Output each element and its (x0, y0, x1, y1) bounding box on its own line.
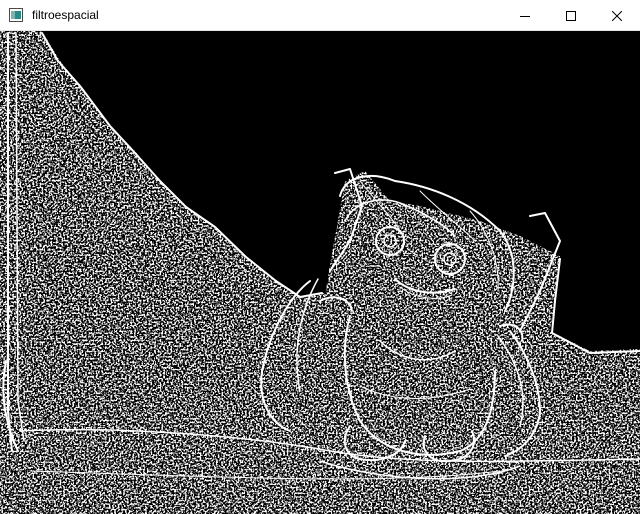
window-title: filtroespacial (32, 8, 99, 22)
edge-filtered-image (0, 31, 640, 514)
opencv-window-icon (9, 8, 23, 22)
minimize-button[interactable] (502, 0, 548, 31)
app-window: filtroespacial (0, 0, 640, 514)
floor-speckle (0, 411, 640, 514)
minimize-icon (520, 15, 530, 17)
image-canvas (0, 31, 640, 514)
maximize-icon (566, 10, 576, 21)
maximize-button[interactable] (548, 0, 594, 31)
close-icon (612, 10, 622, 21)
close-button[interactable] (594, 0, 640, 31)
title-bar[interactable]: filtroespacial (0, 0, 640, 31)
